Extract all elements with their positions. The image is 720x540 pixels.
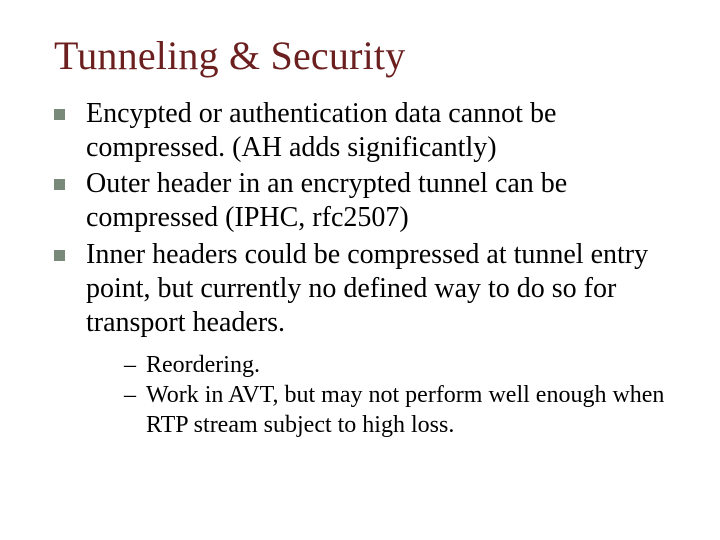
sub-bullet-list: – Reordering. – Work in AVT, but may not… (124, 350, 680, 440)
list-item: Encypted or authentication data cannot b… (54, 97, 680, 165)
bullet-text: Inner headers could be compressed at tun… (86, 239, 648, 338)
sub-bullet-text: Work in AVT, but may not perform well en… (146, 382, 664, 438)
list-item: Inner headers could be compressed at tun… (54, 238, 680, 340)
square-bullet-icon (54, 179, 65, 190)
dash-bullet-icon: – (124, 350, 136, 380)
bullet-text: Outer header in an encrypted tunnel can … (86, 168, 567, 233)
bullet-text: Encypted or authentication data cannot b… (86, 98, 556, 163)
list-item: – Work in AVT, but may not perform well … (124, 380, 680, 440)
bullet-list: Encypted or authentication data cannot b… (54, 97, 680, 340)
square-bullet-icon (54, 109, 65, 120)
dash-bullet-icon: – (124, 380, 136, 410)
square-bullet-icon (54, 250, 65, 261)
sub-bullet-text: Reordering. (146, 352, 260, 378)
slide: Tunneling & Security Encypted or authent… (0, 0, 720, 540)
slide-title: Tunneling & Security (54, 32, 680, 79)
list-item: – Reordering. (124, 350, 680, 380)
list-item: Outer header in an encrypted tunnel can … (54, 167, 680, 235)
